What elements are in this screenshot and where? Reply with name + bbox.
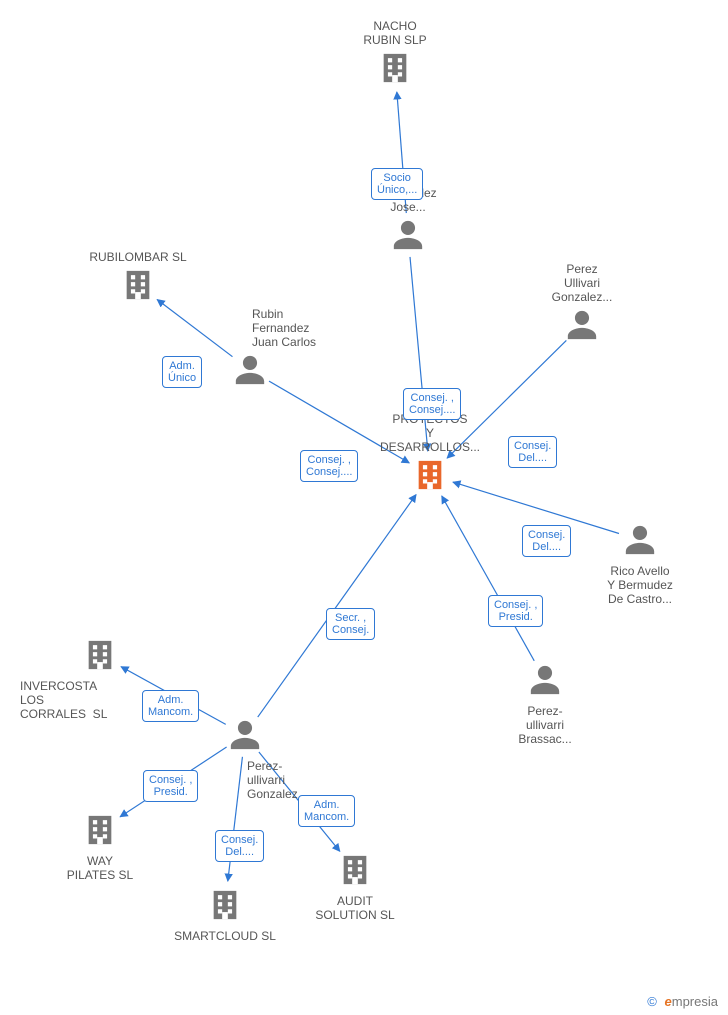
building-icon: [208, 888, 242, 922]
node-label: INVERCOSTA LOS CORRALES SL: [20, 679, 160, 721]
edge-label[interactable]: Secr. , Consej.: [326, 608, 375, 640]
node-rubinJuan[interactable]: Rubin Fernandez Juan Carlos: [190, 307, 310, 390]
node-label: Perez- ullivarri Brassac...: [485, 704, 605, 746]
node-label: SMARTCLOUD SL: [165, 929, 285, 943]
node-rubilombar[interactable]: RUBILOMBAR SL: [78, 250, 198, 305]
person-icon: [623, 523, 657, 557]
diagram-canvas: © empresia NACHO RUBIN SLP Rubin Fernande…: [0, 0, 728, 1015]
node-label: AUDIT SOLUTION SL: [295, 894, 415, 922]
edge-label[interactable]: Adm. Único: [162, 356, 202, 388]
person-icon: [233, 353, 267, 387]
node-way[interactable]: WAY PILATES SL: [40, 813, 160, 882]
building-icon: [121, 268, 155, 302]
building-icon: [83, 638, 117, 672]
edge-label[interactable]: Consej. , Consej....: [403, 388, 461, 420]
node-audit[interactable]: AUDIT SOLUTION SL: [295, 853, 415, 922]
node-perezUG2[interactable]: Perez- ullivarri Gonzalez...: [185, 718, 305, 801]
node-label: RUBILOMBAR SL: [78, 250, 198, 264]
person-icon: [528, 663, 562, 697]
building-icon: [83, 813, 117, 847]
edge-label[interactable]: Consej. Del....: [215, 830, 264, 862]
building-icon: [338, 853, 372, 887]
edge-label[interactable]: Consej. , Presid.: [488, 595, 543, 627]
node-label: NACHO RUBIN SLP: [335, 19, 455, 47]
building-icon: [378, 51, 412, 85]
node-perezUG[interactable]: Perez Ullivari Gonzalez...: [522, 262, 642, 345]
edge-label[interactable]: Adm. Mancom.: [298, 795, 355, 827]
node-label: WAY PILATES SL: [40, 854, 160, 882]
node-label: Perez Ullivari Gonzalez...: [522, 262, 642, 304]
edge-label[interactable]: Socio Único,...: [371, 168, 423, 200]
node-perezUB[interactable]: Perez- ullivarri Brassac...: [485, 663, 605, 746]
brand-rest: mpresia: [672, 994, 718, 1009]
person-icon: [228, 718, 262, 752]
edge-label[interactable]: Consej. , Consej....: [300, 450, 358, 482]
edge-label[interactable]: Consej. Del....: [508, 436, 557, 468]
person-icon: [391, 218, 425, 252]
node-center[interactable]: PROYECTOS Y DESARROLLOS...: [370, 412, 490, 495]
node-smartcloud[interactable]: SMARTCLOUD SL: [165, 888, 285, 943]
brand-e: e: [665, 994, 672, 1009]
node-rico[interactable]: Rico Avello Y Bermudez De Castro...: [580, 523, 700, 606]
node-nacho[interactable]: NACHO RUBIN SLP: [335, 19, 455, 88]
node-label: Rubin Fernandez Juan Carlos: [252, 307, 310, 349]
copyright-symbol: ©: [647, 994, 657, 1009]
node-label: Perez- ullivarri Gonzalez...: [247, 759, 305, 801]
edge-label[interactable]: Consej. , Presid.: [143, 770, 198, 802]
building-icon: [413, 458, 447, 492]
edge-label[interactable]: Consej. Del....: [522, 525, 571, 557]
person-icon: [565, 308, 599, 342]
edge-line: [442, 496, 534, 661]
edge-label[interactable]: Adm. Mancom.: [142, 690, 199, 722]
node-label: Rico Avello Y Bermudez De Castro...: [580, 564, 700, 606]
edge-line: [258, 495, 416, 718]
footer-brand: © empresia: [647, 994, 718, 1009]
